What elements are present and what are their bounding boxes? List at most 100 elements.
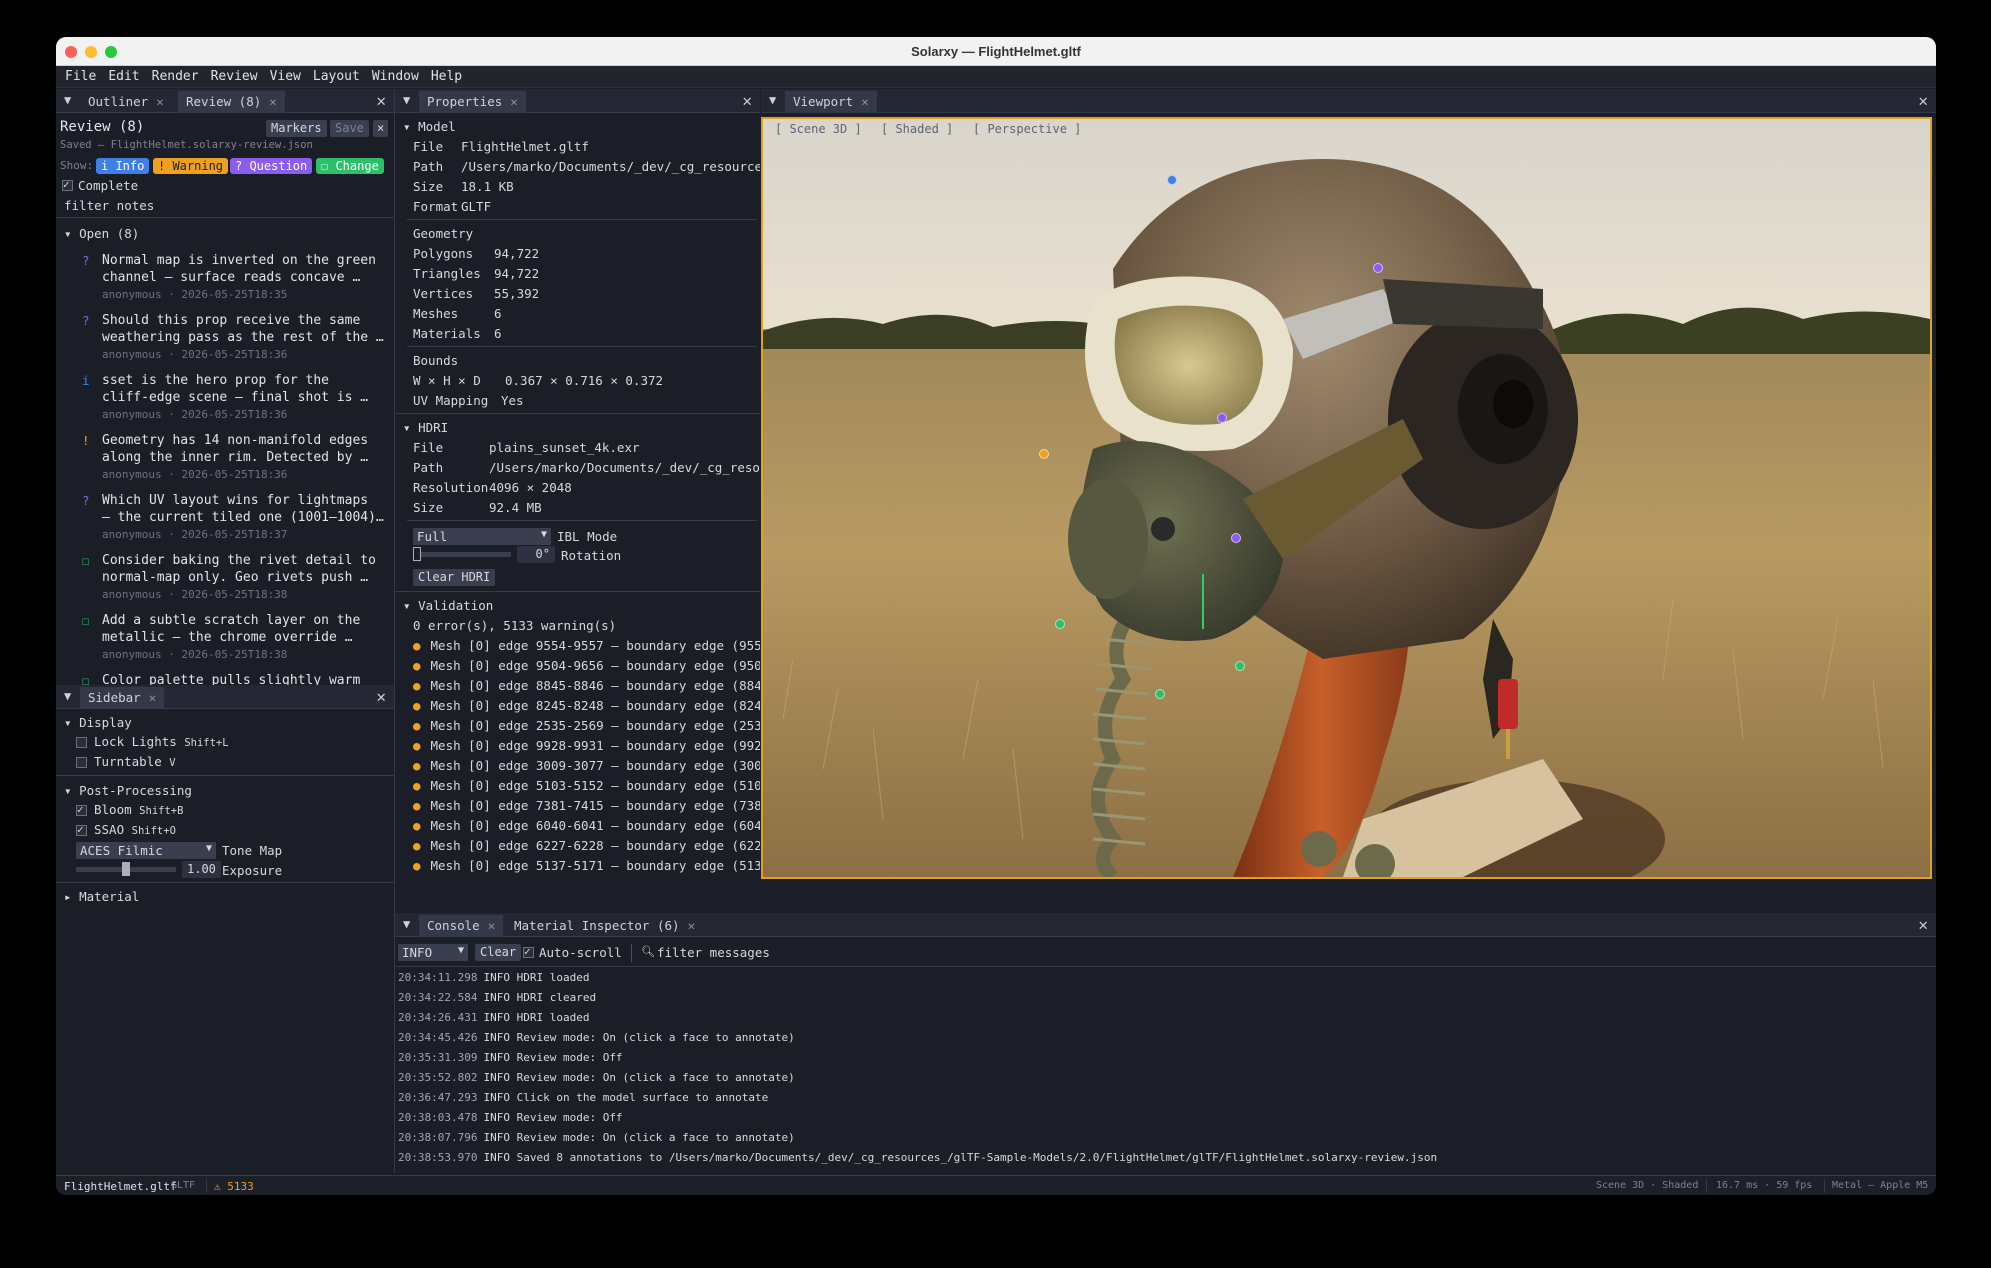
tab-properties[interactable]: Properties ✕ bbox=[419, 91, 526, 113]
divider bbox=[407, 219, 757, 220]
close-panel-icon[interactable]: ✕ bbox=[742, 91, 752, 110]
marker-warning[interactable] bbox=[1039, 449, 1049, 459]
viewport-canvas[interactable]: [ Scene 3D ] [ Shaded ] [ Perspective ] bbox=[761, 117, 1932, 879]
close-panel-icon[interactable]: ✕ bbox=[376, 687, 386, 706]
lock-lights-checkbox[interactable] bbox=[76, 737, 87, 748]
validation-row[interactable]: ● Mesh [0] edge 2535-2569 — boundary edge… bbox=[413, 718, 760, 733]
rotation-slider-handle[interactable] bbox=[413, 547, 421, 561]
close-review-button[interactable]: × bbox=[373, 120, 389, 137]
menu-window[interactable]: Window bbox=[366, 66, 425, 84]
tab-viewport-label: Viewport bbox=[793, 94, 854, 109]
validation-row[interactable]: ● Mesh [0] edge 6040-6041 — boundary edge… bbox=[413, 818, 760, 833]
post-processing-section-header[interactable]: ▾ Post-Processing bbox=[64, 783, 192, 798]
validation-row[interactable]: ● Mesh [0] edge 6227-6228 — boundary edge… bbox=[413, 838, 760, 853]
turntable-checkbox[interactable] bbox=[76, 757, 87, 768]
chip-perspective[interactable]: [ Perspective ] bbox=[973, 122, 1081, 136]
close-tab-icon[interactable]: ✕ bbox=[269, 94, 277, 109]
filter-info[interactable]: i Info bbox=[96, 158, 150, 174]
rotation-value-field[interactable]: 0° bbox=[517, 546, 555, 563]
collapse-icon[interactable]: ▼ bbox=[403, 93, 410, 107]
tab-viewport[interactable]: Viewport ✕ bbox=[785, 91, 877, 113]
chip-scene-3d[interactable]: [ Scene 3D ] bbox=[775, 122, 862, 136]
tab-review[interactable]: Review (8) ✕ bbox=[178, 91, 285, 113]
model-section-header[interactable]: ▾ Model bbox=[403, 119, 456, 134]
warning-bullet-icon: ● bbox=[413, 738, 421, 753]
marker-question[interactable] bbox=[1373, 263, 1383, 273]
marker-question[interactable] bbox=[1217, 413, 1227, 423]
close-panel-icon[interactable]: ✕ bbox=[1918, 91, 1928, 110]
log-level-select[interactable]: INFO ▼ bbox=[398, 944, 468, 961]
open-section-header[interactable]: ▾ Open (8) bbox=[64, 226, 139, 241]
close-tab-icon[interactable]: ✕ bbox=[688, 918, 696, 933]
close-panel-icon[interactable]: ✕ bbox=[376, 91, 386, 110]
menu-view[interactable]: View bbox=[264, 66, 307, 84]
menu-help[interactable]: Help bbox=[425, 66, 468, 84]
auto-scroll-checkbox[interactable] bbox=[523, 945, 534, 958]
marker-change[interactable] bbox=[1055, 619, 1065, 629]
validation-row[interactable]: ● Mesh [0] edge 5103-5152 — boundary edge… bbox=[413, 778, 760, 793]
validation-row[interactable]: ● Mesh [0] edge 5137-5171 — boundary edge… bbox=[413, 858, 760, 873]
validation-row[interactable]: ● Mesh [0] edge 8245-8248 — boundary edge… bbox=[413, 698, 760, 713]
marker-change[interactable] bbox=[1235, 661, 1245, 671]
exposure-value-field[interactable]: 1.00 bbox=[182, 861, 221, 878]
validation-row[interactable]: ● Mesh [0] edge 9928-9931 — boundary edge… bbox=[413, 738, 760, 753]
validation-section-header[interactable]: ▾ Validation bbox=[403, 598, 493, 613]
validation-row[interactable]: ● Mesh [0] edge 3009-3077 — boundary edge… bbox=[413, 758, 760, 773]
menu-layout[interactable]: Layout bbox=[307, 66, 366, 84]
filter-warning[interactable]: ! Warning bbox=[153, 158, 229, 174]
validation-row[interactable]: ● Mesh [0] edge 8845-8846 — boundary edge… bbox=[413, 678, 760, 693]
ibl-mode-select[interactable]: Full ▼ bbox=[413, 528, 551, 545]
hdri-section-header[interactable]: ▾ HDRI bbox=[403, 420, 448, 435]
tone-map-select[interactable]: ACES Filmic ▼ bbox=[76, 842, 216, 859]
menu-file[interactable]: File bbox=[56, 66, 102, 84]
complete-checkbox[interactable] bbox=[62, 178, 73, 191]
chip-shaded[interactable]: [ Shaded ] bbox=[881, 122, 953, 136]
menu-review[interactable]: Review bbox=[205, 66, 264, 84]
filter-notes-input[interactable]: filter notes bbox=[64, 198, 154, 213]
tab-console[interactable]: Console ✕ bbox=[419, 915, 504, 937]
collapse-icon[interactable]: ▼ bbox=[769, 93, 776, 107]
markers-button[interactable]: Markers bbox=[266, 120, 327, 137]
warning-bullet-icon: ● bbox=[413, 638, 421, 653]
tab-outliner[interactable]: Outliner ✕ bbox=[80, 91, 172, 113]
close-tab-icon[interactable]: ✕ bbox=[488, 918, 496, 933]
warning-bullet-icon: ● bbox=[413, 778, 421, 793]
validation-row[interactable]: ● Mesh [0] edge 7381-7415 — boundary edge… bbox=[413, 798, 760, 813]
marker-info[interactable] bbox=[1167, 175, 1177, 185]
bloom-checkbox[interactable] bbox=[76, 803, 87, 816]
close-tab-icon[interactable]: ✕ bbox=[510, 94, 518, 109]
tab-material-inspector[interactable]: Material Inspector (6) ✕ bbox=[506, 915, 703, 937]
console-panel: ▼ Console ✕ Material Inspector (6) ✕ ✕ INF… bbox=[395, 913, 1936, 1173]
model-path-value: /Users/marko/Documents/_dev/_cg_resource… bbox=[461, 159, 760, 174]
close-tab-icon[interactable]: ✕ bbox=[156, 94, 164, 109]
validation-row[interactable]: ● Mesh [0] edge 9554-9557 — boundary edge… bbox=[413, 638, 760, 653]
filter-messages-input[interactable]: filter messages bbox=[657, 945, 770, 960]
rotation-label: Rotation bbox=[561, 548, 622, 563]
rotation-slider-track[interactable] bbox=[413, 552, 511, 557]
log-message: INFO HDRI loaded bbox=[483, 1011, 590, 1024]
filter-change[interactable]: ☐ Change bbox=[316, 158, 384, 174]
status-warnings[interactable]: ⚠ 5133 bbox=[214, 1180, 254, 1193]
tab-sidebar[interactable]: Sidebar ✕ bbox=[80, 687, 165, 709]
save-button[interactable]: Save bbox=[330, 120, 369, 137]
filter-question[interactable]: ? Question bbox=[230, 158, 313, 174]
menu-render[interactable]: Render bbox=[146, 66, 205, 84]
menu-edit[interactable]: Edit bbox=[102, 66, 145, 84]
exposure-slider-handle[interactable] bbox=[122, 862, 130, 876]
clear-button[interactable]: Clear bbox=[475, 944, 522, 961]
scene-render[interactable] bbox=[763, 119, 1930, 877]
display-section-header[interactable]: ▾ Display bbox=[64, 715, 132, 730]
close-tab-icon[interactable]: ✕ bbox=[861, 94, 869, 109]
ssao-checkbox[interactable] bbox=[76, 823, 87, 836]
close-panel-icon[interactable]: ✕ bbox=[1918, 915, 1928, 934]
marker-change[interactable] bbox=[1155, 689, 1165, 699]
marker-question[interactable] bbox=[1231, 533, 1241, 543]
validation-row[interactable]: ● Mesh [0] edge 9504-9656 — boundary edge… bbox=[413, 658, 760, 673]
clear-hdri-button[interactable]: Clear HDRI bbox=[413, 569, 496, 586]
collapse-icon[interactable]: ▼ bbox=[64, 93, 71, 107]
collapse-icon[interactable]: ▼ bbox=[403, 917, 410, 931]
close-tab-icon[interactable]: ✕ bbox=[149, 690, 157, 705]
collapse-icon[interactable]: ▼ bbox=[64, 689, 71, 703]
log-message: INFO HDRI cleared bbox=[483, 991, 597, 1004]
material-section-header[interactable]: ▸ Material bbox=[64, 889, 139, 904]
